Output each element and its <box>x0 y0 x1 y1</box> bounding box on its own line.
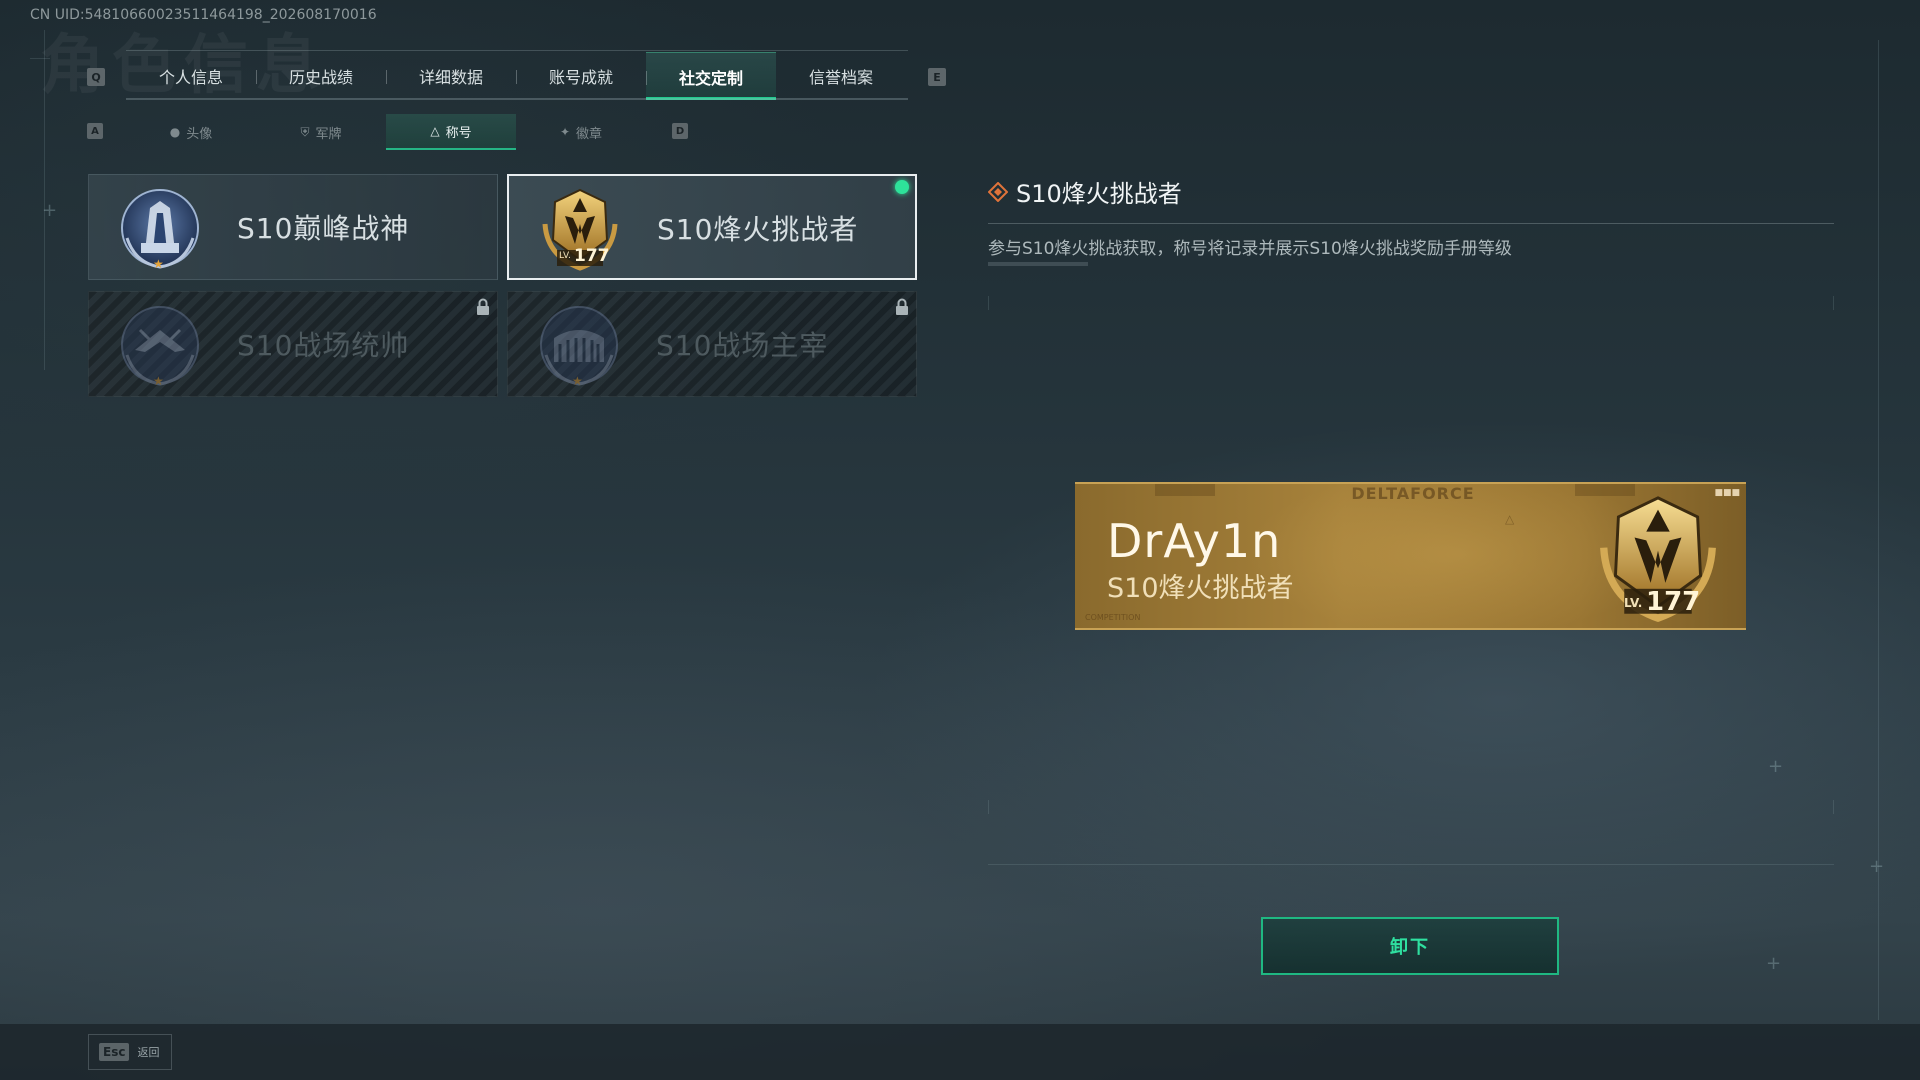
diamond-icon <box>988 181 1008 202</box>
star-icon: ★ <box>153 257 164 271</box>
star-icon: ★ <box>572 374 583 388</box>
bottom-bar <box>0 1024 1920 1080</box>
title-card-label: S10烽火挑战者 <box>657 213 859 246</box>
unequip-button[interactable]: 卸下 <box>1261 917 1559 975</box>
prev-subtab-key-hint[interactable]: A <box>87 123 103 139</box>
subtab-label: 头像 <box>186 126 213 142</box>
star-icon: ★ <box>153 374 164 388</box>
frame-corner <box>988 296 989 310</box>
frame-line <box>988 864 1834 865</box>
nameplate-player-name: DrAy1n <box>1107 514 1282 568</box>
badge-level: 177 <box>574 246 610 266</box>
tab-personal-info[interactable]: 个人信息 <box>126 52 256 100</box>
nameplate-preview: DELTAFORCE ■■■ △ DrAy1n S10烽火挑战者 COMPETI… <box>1075 482 1746 630</box>
subtab-label: 徽章 <box>576 126 603 142</box>
next-tab-key-hint[interactable]: E <box>928 68 946 86</box>
back-button[interactable]: Esc 返回 <box>88 1034 172 1070</box>
subtab-badge[interactable]: ✦ 徽章 <box>516 114 646 150</box>
title-card-peak-war-god[interactable]: ★ S10巅峰战神 <box>88 174 498 280</box>
title-card-label: S10战场主宰 <box>656 329 829 362</box>
peak-war-god-badge-icon: ★ <box>115 183 205 273</box>
triangle-icon: △ <box>1505 512 1515 526</box>
tab-reputation[interactable]: 信誉档案 <box>776 52 906 100</box>
triangle-icon: △ <box>430 124 440 138</box>
player-uid: CN UID:54810660023511464198_202608170016 <box>30 7 377 23</box>
emblem-level: 177 <box>1646 587 1701 617</box>
nameplate-title: S10烽火挑战者 <box>1107 573 1294 604</box>
sub-tab-bar: ● 头像 ⛨ 军牌 △ 称号 ✦ 徽章 <box>126 114 646 150</box>
tab-match-history[interactable]: 历史战绩 <box>256 52 386 100</box>
subtab-avatar[interactable]: ● 头像 <box>126 114 256 150</box>
title-card-label: S10巅峰战神 <box>237 212 410 245</box>
frame-corner <box>1833 800 1834 814</box>
badge-level-prefix: LV. <box>559 251 571 261</box>
title-card-beacon-challenger[interactable]: LV. 177 S10烽火挑战者 <box>507 174 917 280</box>
detail-description: 参与S10烽火挑战获取，称号将记录并展示S10烽火挑战奖励手册等级 <box>988 239 1512 259</box>
frame-corner <box>1833 296 1834 310</box>
frame-plus-icon: + <box>1768 756 1784 777</box>
battlefield-commander-badge-icon: ★ <box>115 300 205 390</box>
main-tab-bar: 个人信息 历史战绩 详细数据 账号成就 社交定制 信誉档案 <box>126 50 908 100</box>
title-card-label: S10战场统帅 <box>237 329 410 362</box>
title-card-battlefield-dominator[interactable]: ★ S10战场主宰 <box>507 291 917 397</box>
subtab-title[interactable]: △ 称号 <box>386 114 516 150</box>
subtab-dogtag[interactable]: ⛨ 军牌 <box>256 114 386 150</box>
frame-plus-icon: + <box>1766 953 1782 974</box>
battlefield-dominator-badge-icon: ★ <box>534 300 624 390</box>
description-underline <box>988 262 1088 266</box>
nameplate-footer: COMPETITION <box>1085 613 1141 622</box>
frame-line <box>30 58 50 59</box>
wings-icon: ✦ <box>559 125 571 139</box>
frame-plus-icon: + <box>42 200 58 221</box>
subtab-label: 称号 <box>445 125 472 141</box>
nameplate-stripe <box>1155 484 1215 496</box>
frame-corner <box>988 800 989 814</box>
tab-social-customization[interactable]: 社交定制 <box>646 52 776 100</box>
detail-title: S10烽火挑战者 <box>1016 180 1182 208</box>
next-subtab-key-hint[interactable]: D <box>672 123 688 139</box>
prev-tab-key-hint[interactable]: Q <box>87 68 105 86</box>
detail-divider <box>988 223 1834 224</box>
subtab-label: 军牌 <box>315 126 342 142</box>
frame-line <box>1878 40 1879 1020</box>
title-card-battlefield-commander[interactable]: ★ S10战场统帅 <box>88 291 498 397</box>
back-label: 返回 <box>137 1046 160 1059</box>
lock-icon <box>477 298 489 315</box>
beacon-challenger-emblem-icon: LV. 177 <box>1588 492 1728 624</box>
lock-icon <box>896 298 908 315</box>
tab-detailed-data[interactable]: 详细数据 <box>386 52 516 100</box>
esc-key-hint: Esc <box>99 1043 130 1061</box>
shield-icon: ⛨ <box>300 124 310 139</box>
emblem-level-prefix: LV. <box>1624 596 1643 610</box>
person-icon: ● <box>169 125 181 139</box>
equipped-indicator-icon <box>895 180 909 194</box>
detail-header: S10烽火挑战者 <box>988 174 1182 209</box>
tab-achievements[interactable]: 账号成就 <box>516 52 646 100</box>
frame-plus-icon: + <box>1869 856 1885 877</box>
nameplate-brand: DELTAFORCE <box>1351 484 1475 503</box>
beacon-challenger-badge-icon: LV. 177 <box>535 184 625 274</box>
